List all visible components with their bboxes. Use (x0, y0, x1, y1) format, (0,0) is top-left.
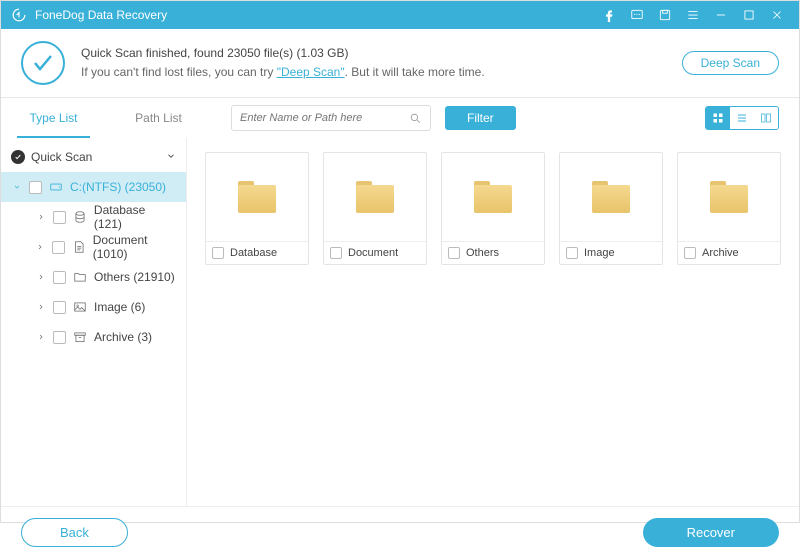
tree-drive-label: C:(NTFS) (23050) (70, 180, 166, 194)
view-toggle (705, 106, 779, 130)
checkbox[interactable] (53, 271, 66, 284)
app-logo (11, 7, 27, 23)
folder-label: Others (466, 247, 499, 259)
search-box[interactable] (231, 105, 431, 131)
search-input[interactable] (240, 112, 409, 124)
folder-card-document[interactable]: Document (323, 152, 427, 265)
recover-button[interactable]: Recover (643, 518, 779, 547)
checkbox[interactable] (52, 241, 65, 254)
folder-thumb-icon (238, 181, 276, 213)
folder-thumb-icon (710, 181, 748, 213)
checkbox[interactable] (212, 247, 224, 259)
folder-card-database[interactable]: Database (205, 152, 309, 265)
drive-icon (48, 180, 64, 194)
menu-icon[interactable] (681, 3, 705, 27)
view-list-button[interactable] (730, 107, 754, 129)
sidebar: Quick Scan C:(NTFS) (23050) Database (12… (1, 138, 187, 506)
image-icon (72, 300, 88, 314)
scan-summary: Quick Scan finished, found 23050 file(s)… (81, 44, 682, 63)
chevron-right-icon (35, 213, 47, 221)
folder-label: Database (230, 247, 277, 259)
folder-label: Document (348, 247, 398, 259)
tree-drive[interactable]: C:(NTFS) (23050) (1, 172, 186, 202)
folder-label: Image (584, 247, 615, 259)
archive-icon (72, 330, 88, 344)
checkbox[interactable] (53, 301, 66, 314)
tab-type-list[interactable]: Type List (1, 98, 106, 138)
maximize-icon[interactable] (737, 3, 761, 27)
chevron-down-icon[interactable] (166, 150, 176, 164)
chevron-right-icon (35, 333, 47, 341)
checkmark-icon (21, 41, 65, 85)
checkbox[interactable] (53, 211, 66, 224)
view-grid-button[interactable] (706, 107, 730, 129)
filter-button[interactable]: Filter (445, 106, 516, 130)
database-icon (72, 210, 88, 224)
scan-hint-suffix: . But it will take more time. (345, 65, 485, 79)
close-icon[interactable] (765, 3, 789, 27)
footer: Back Recover (1, 506, 799, 558)
folder-label: Archive (702, 247, 739, 259)
tree-root-quick-scan[interactable]: Quick Scan (1, 142, 186, 172)
checkbox[interactable] (29, 181, 42, 194)
checkbox[interactable] (448, 247, 460, 259)
folder-icon (72, 270, 88, 284)
folder-thumb-icon (474, 181, 512, 213)
status-panel: Quick Scan finished, found 23050 file(s)… (1, 29, 799, 98)
tree-item-document[interactable]: Document (1010) (1, 232, 186, 262)
checkbox[interactable] (53, 331, 66, 344)
chevron-right-icon (35, 273, 47, 281)
folder-card-archive[interactable]: Archive (677, 152, 781, 265)
deep-scan-button[interactable]: Deep Scan (682, 51, 779, 75)
tree-root-label: Quick Scan (31, 150, 92, 164)
tree-item-label: Database (121) (94, 203, 176, 231)
titlebar: FoneDog Data Recovery (1, 1, 799, 29)
view-detail-button[interactable] (754, 107, 778, 129)
scan-hint-prefix: If you can't find lost files, you can tr… (81, 65, 277, 79)
checkbox[interactable] (684, 247, 696, 259)
folder-thumb-icon (356, 181, 394, 213)
tree-item-database[interactable]: Database (121) (1, 202, 186, 232)
tree-item-archive[interactable]: Archive (3) (1, 322, 186, 352)
tree-item-label: Archive (3) (94, 330, 152, 344)
tree-item-label: Image (6) (94, 300, 145, 314)
folder-thumb-icon (592, 181, 630, 213)
back-button[interactable]: Back (21, 518, 128, 547)
app-title: FoneDog Data Recovery (35, 8, 167, 22)
search-icon (409, 112, 422, 125)
document-icon (71, 240, 87, 254)
content-area: Database Document Others Image Archive (187, 138, 799, 506)
folder-card-others[interactable]: Others (441, 152, 545, 265)
tree-item-image[interactable]: Image (6) (1, 292, 186, 322)
tree-item-label: Document (1010) (93, 233, 176, 261)
chevron-right-icon (35, 303, 47, 311)
tree-item-others[interactable]: Others (21910) (1, 262, 186, 292)
facebook-icon[interactable] (597, 3, 621, 27)
feedback-icon[interactable] (625, 3, 649, 27)
toolbar: Type List Path List Filter (1, 98, 799, 138)
check-dot-icon (11, 150, 25, 164)
folder-card-image[interactable]: Image (559, 152, 663, 265)
checkbox[interactable] (330, 247, 342, 259)
deep-scan-link[interactable]: "Deep Scan" (277, 65, 345, 79)
minimize-icon[interactable] (709, 3, 733, 27)
chevron-right-icon (35, 243, 46, 251)
tree-item-label: Others (21910) (94, 270, 175, 284)
checkbox[interactable] (566, 247, 578, 259)
chevron-down-icon (11, 183, 23, 191)
tab-path-list[interactable]: Path List (106, 98, 211, 138)
save-icon[interactable] (653, 3, 677, 27)
